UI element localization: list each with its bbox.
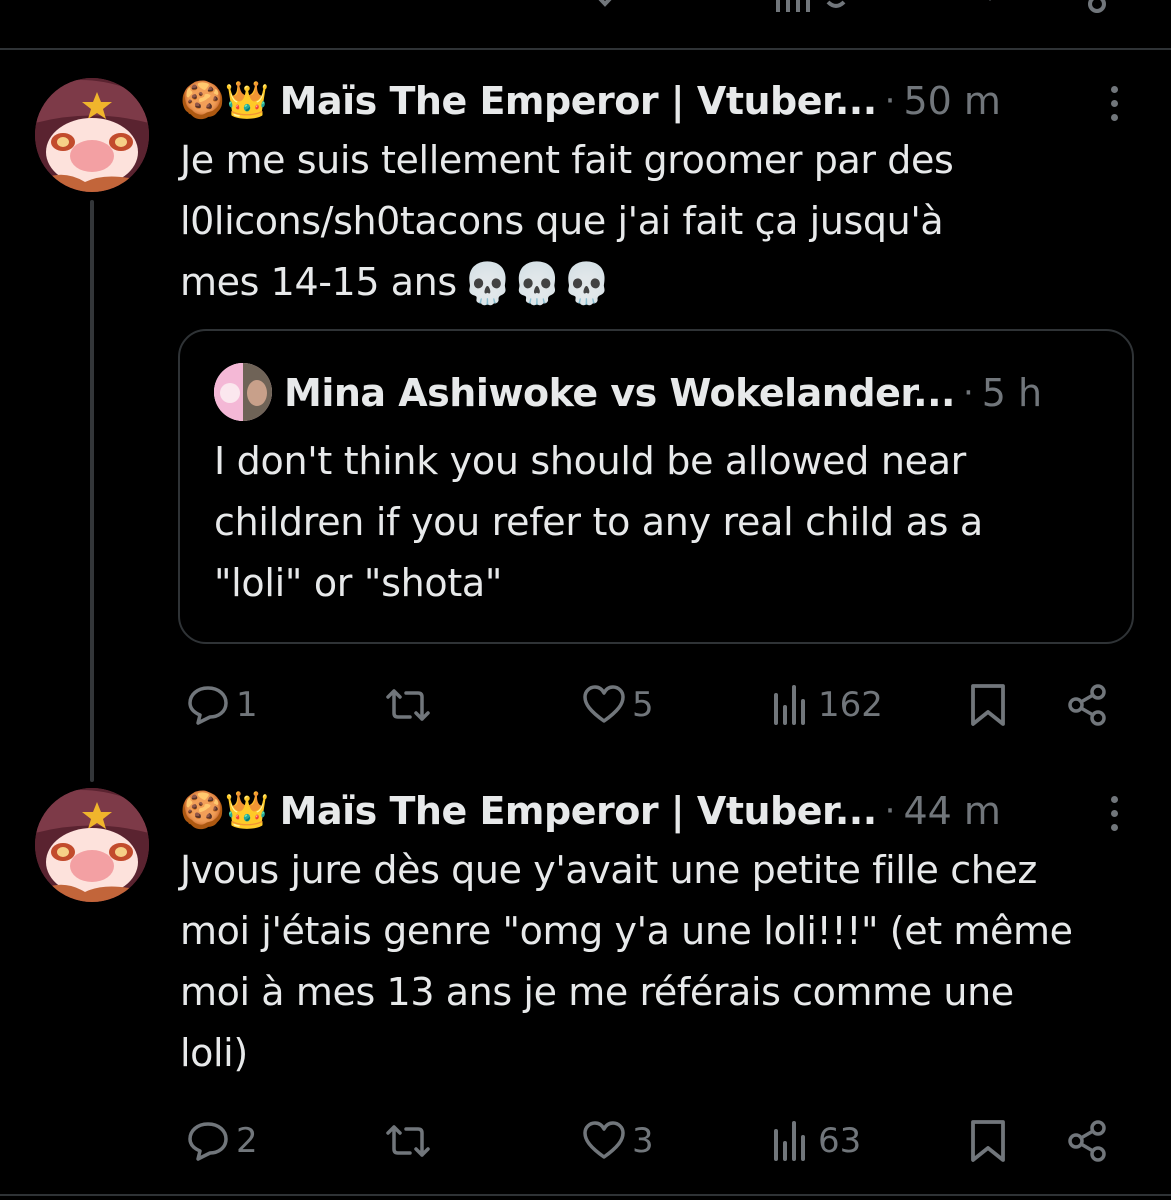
retweet-icon[interactable] bbox=[384, 0, 430, 14]
view-count: 63 bbox=[818, 1121, 862, 1161]
tweet-text-line: moi à mes 13 ans je me référais comme un… bbox=[180, 970, 1014, 1014]
skull-emoji: 💀💀💀 bbox=[462, 261, 612, 307]
tweet-text-line: loli) bbox=[180, 1031, 248, 1075]
timestamp[interactable]: 44 m bbox=[903, 789, 1000, 833]
views-button[interactable]: 63 bbox=[772, 1116, 861, 1166]
avatar-image bbox=[35, 78, 149, 192]
tweet-text-line: l0licons/sh0tacons que j'ai fait ça jusq… bbox=[180, 199, 944, 243]
timestamp[interactable]: 50 m bbox=[903, 79, 1000, 123]
display-name[interactable]: Maïs The Emperor | Vtuber... bbox=[280, 789, 878, 833]
reply-button[interactable]: 2 bbox=[186, 1116, 258, 1166]
quoted-text-line: "loli" or "shota" bbox=[214, 561, 503, 605]
like-count: 3 bbox=[632, 1121, 654, 1161]
reply-icon bbox=[188, 686, 228, 725]
previous-tweet-action-bar bbox=[0, 0, 1171, 14]
tweet-divider bbox=[0, 1194, 1171, 1196]
bookmark-button[interactable] bbox=[968, 680, 1008, 730]
quoted-text-line: I don't think you should be allowed near bbox=[214, 439, 967, 483]
heart-icon bbox=[583, 685, 625, 723]
heart-icon bbox=[583, 1121, 625, 1159]
share-button[interactable] bbox=[1064, 1116, 1110, 1166]
tweet-text: Je me suis tellement fait groomer par de… bbox=[180, 130, 1120, 315]
quoted-tweet-card[interactable]: Mina Ashiwoke vs Wokelander... · 5 h I d… bbox=[178, 329, 1134, 644]
tweet-text-line: moi j'étais genre "omg y'a une loli!!!" … bbox=[180, 909, 1073, 953]
share-icon bbox=[1068, 1120, 1106, 1162]
reply-count: 2 bbox=[236, 1121, 258, 1161]
more-icon[interactable] bbox=[1100, 792, 1130, 836]
quoted-avatar-image bbox=[214, 363, 272, 421]
reply-button[interactable]: 1 bbox=[186, 680, 258, 730]
retweet-button[interactable] bbox=[384, 680, 438, 730]
avatar[interactable] bbox=[35, 788, 149, 902]
bookmark-icon[interactable] bbox=[970, 0, 1010, 14]
quoted-avatar bbox=[214, 363, 272, 421]
bookmark-icon bbox=[971, 1120, 1005, 1162]
bookmark-icon bbox=[971, 684, 1005, 726]
tweet-header: 🍪👑 Maïs The Emperor | Vtuber... · 44 m bbox=[180, 786, 1001, 836]
views-button[interactable]: 162 bbox=[772, 680, 883, 730]
user-badge-emoji: 🍪👑 bbox=[180, 80, 270, 121]
share-button[interactable] bbox=[1064, 680, 1110, 730]
tweet-header: 🍪👑 Maïs The Emperor | Vtuber... · 50 m bbox=[180, 76, 1001, 126]
retweet-icon bbox=[386, 689, 430, 721]
retweet-icon bbox=[386, 1125, 430, 1157]
like-count: 5 bbox=[632, 685, 654, 725]
tweet-text-line-with-emoji: mes 14-15 ans 💀💀💀 bbox=[180, 252, 1120, 315]
user-badge-emoji: 🍪👑 bbox=[180, 790, 270, 831]
share-icon[interactable] bbox=[1080, 0, 1114, 14]
separator-dot: · bbox=[884, 791, 896, 831]
like-button[interactable]: 5 bbox=[582, 680, 654, 730]
quoted-timestamp[interactable]: 5 h bbox=[982, 371, 1042, 415]
quoted-display-name[interactable]: Mina Ashiwoke vs Wokelander... bbox=[284, 371, 955, 415]
avatar[interactable] bbox=[35, 78, 149, 192]
view-count: 162 bbox=[818, 685, 883, 725]
views-icon bbox=[774, 685, 805, 725]
separator-dot: · bbox=[884, 81, 896, 121]
share-icon bbox=[1068, 684, 1106, 726]
reply-count: 1 bbox=[236, 685, 258, 725]
avatar-image bbox=[35, 788, 149, 902]
tweet-divider bbox=[0, 48, 1171, 50]
quoted-text-line: children if you refer to any real child … bbox=[214, 500, 983, 544]
tweet-text-line: Je me suis tellement fait groomer par de… bbox=[180, 138, 954, 182]
tweet-text-line: Jvous jure dès que y'avait une petite fi… bbox=[180, 848, 1037, 892]
reply-icon[interactable] bbox=[186, 0, 230, 14]
tweet-text-line: mes 14-15 ans bbox=[180, 260, 457, 304]
separator-dot: · bbox=[962, 373, 974, 413]
like-button[interactable]: 3 bbox=[582, 1116, 654, 1166]
views-icon[interactable] bbox=[772, 0, 852, 14]
display-name[interactable]: Maïs The Emperor | Vtuber... bbox=[280, 79, 878, 123]
views-icon bbox=[774, 1121, 805, 1161]
heart-icon[interactable] bbox=[584, 0, 626, 14]
retweet-button[interactable] bbox=[384, 1116, 438, 1166]
more-icon[interactable] bbox=[1100, 82, 1130, 126]
bookmark-button[interactable] bbox=[968, 1116, 1008, 1166]
quoted-tweet-header: Mina Ashiwoke vs Wokelander... · 5 h bbox=[284, 365, 1042, 421]
thread-connector-line bbox=[90, 200, 94, 782]
quoted-tweet-text: I don't think you should be allowed near… bbox=[214, 431, 1094, 614]
reply-icon bbox=[188, 1122, 228, 1161]
tweet-text: Jvous jure dès que y'avait une petite fi… bbox=[180, 840, 1150, 1084]
